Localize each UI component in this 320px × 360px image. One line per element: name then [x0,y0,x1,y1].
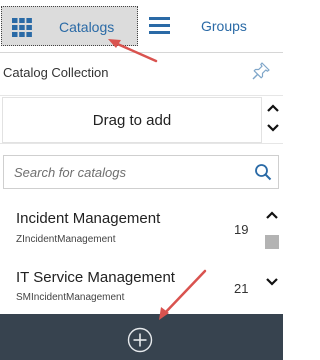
search-icon[interactable] [254,163,272,181]
bottom-toolbar [0,314,283,360]
catalog-count: 19 [234,222,249,237]
tab-bar: Catalogs Groups [0,0,283,53]
pin-icon[interactable] [252,62,270,80]
catalog-id: SMIncidentManagement [16,292,125,303]
tab-groups-label: Groups [201,18,247,34]
catalog-count: 21 [234,281,249,296]
catalog-title: IT Service Management [16,269,175,286]
grid-icon [12,18,32,37]
catalog-search [3,155,279,189]
chevron-down-icon[interactable] [266,123,280,133]
add-circle-icon[interactable] [127,327,153,353]
hamburger-icon [149,17,170,34]
list-item[interactable]: Incident Management ZIncidentManagement … [0,206,263,262]
tab-groups[interactable]: Groups [143,6,281,46]
drag-to-add-area[interactable]: Drag to add [2,97,262,143]
collection-title: Catalog Collection [3,65,109,80]
drag-drop-row: Drag to add [0,95,283,144]
catalog-title: Incident Management [16,210,161,227]
tab-catalogs[interactable]: Catalogs [1,6,138,46]
collection-scroll-arrows [266,99,280,139]
scroll-thumb[interactable] [265,235,279,249]
chevron-up-icon[interactable] [266,103,280,113]
list-scrollbar[interactable] [263,206,280,306]
list-item[interactable]: IT Service Management SMIncidentManageme… [0,264,263,320]
chevron-down-icon[interactable] [265,277,279,287]
search-input[interactable] [4,156,248,188]
catalog-list: Incident Management ZIncidentManagement … [0,200,263,314]
catalog-id: ZIncidentManagement [16,234,116,245]
chevron-up-icon[interactable] [265,210,279,220]
tab-catalogs-label: Catalogs [59,19,115,35]
